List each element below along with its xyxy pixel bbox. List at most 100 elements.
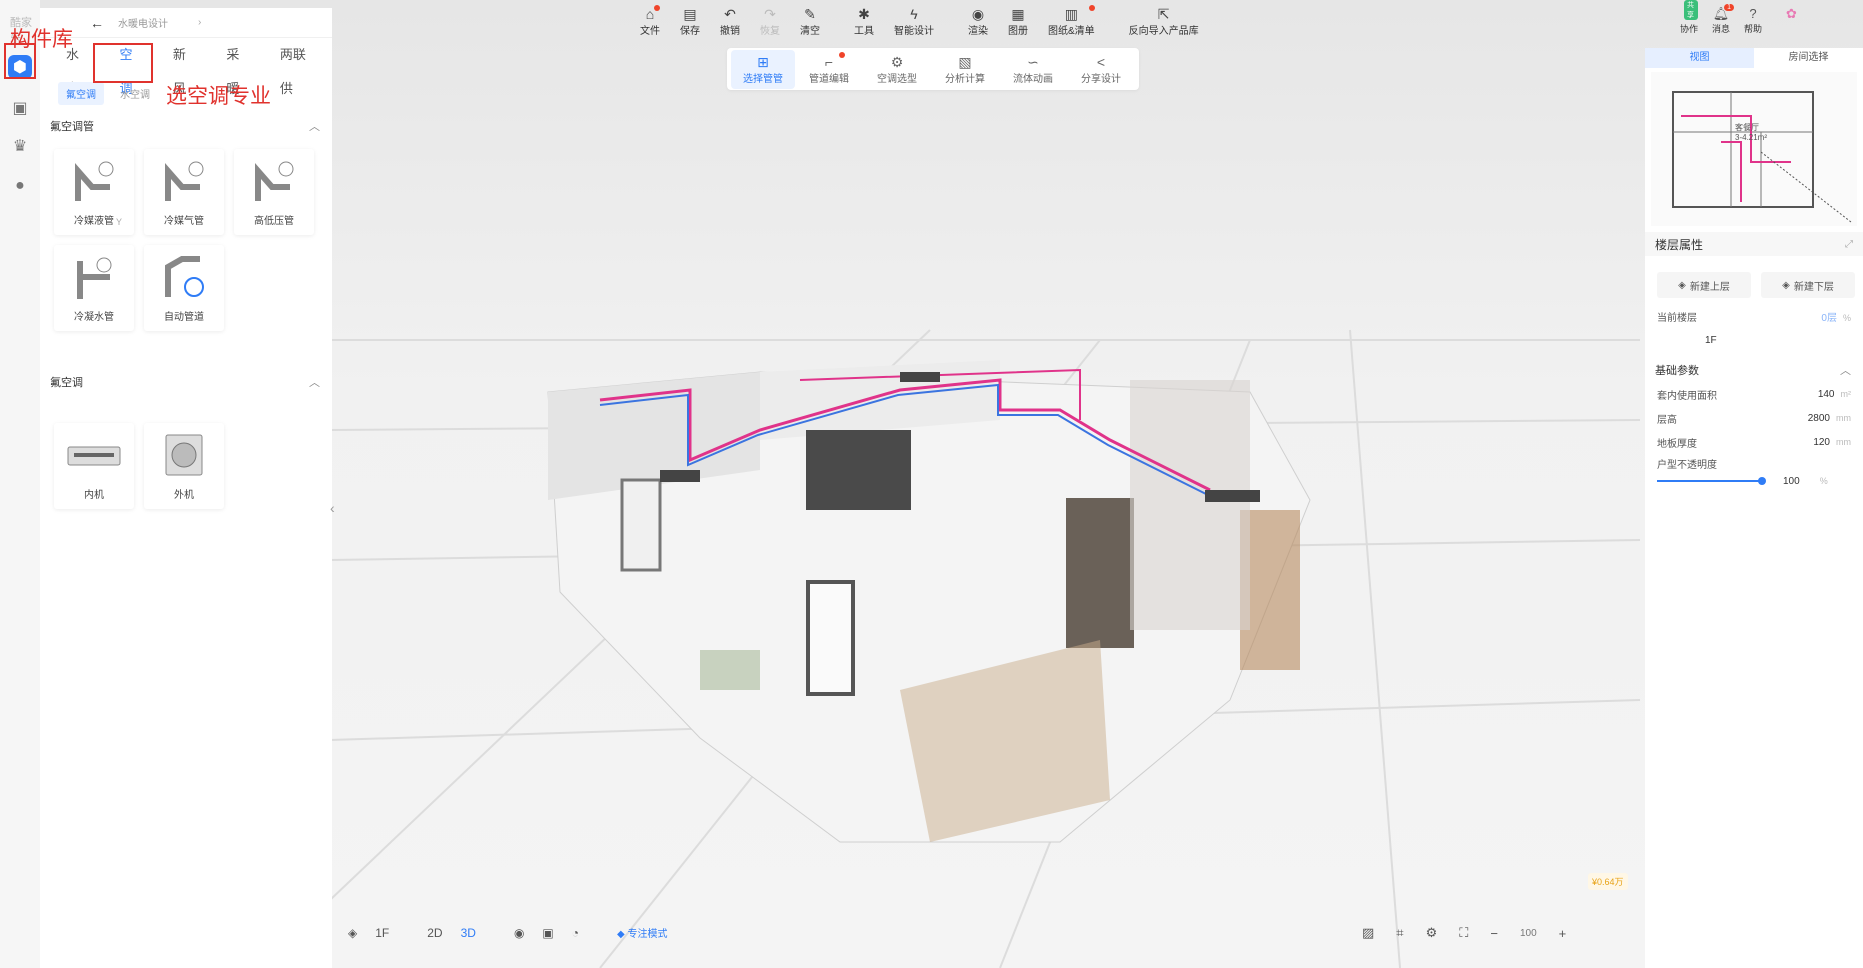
toolbar-smart-design[interactable]: ϟ 智能设计 [884,6,944,37]
toolbar-clear[interactable]: ✎ 清空 [790,6,830,38]
settings-icon[interactable]: ⚙ [1426,925,1438,941]
message-count-badge: 1 [1724,4,1735,11]
collapse-panel-icon[interactable]: ‹ [330,500,335,516]
chevron-up-icon[interactable]: ︿ [309,374,320,390]
add-lower-floor-button[interactable]: ◈ 新建下层 [1761,272,1855,298]
slider-handle[interactable] [1758,477,1766,485]
opacity-slider[interactable]: 100 % [1657,472,1851,490]
section-fluorine-ac[interactable]: 氟空调 ︿ [40,371,332,393]
row-unit: % [1842,312,1851,323]
collab-button[interactable]: 共享♟协作 [1680,0,1699,35]
outdoor-unit-icon [165,434,203,476]
card-refrigerant-liquid-pipe[interactable]: 冷媒液管 Y [54,149,134,235]
price-badge[interactable]: ¥0.64万 [1588,873,1628,890]
add-upper-floor-button[interactable]: ◈ 新建上层 [1657,272,1751,298]
notification-dot [654,5,660,11]
avatar[interactable]: ✿ [1786,6,1797,35]
zoom-in-button[interactable]: + [1559,926,1567,941]
subbar-pipe-edit[interactable]: ⌐ 管道编辑 [795,51,863,85]
floorplan-minimap[interactable]: 客餐厅 3-4.21m² [1651,72,1857,226]
cube-icon[interactable]: ▣ [542,926,553,940]
param-area[interactable]: 套内使用面积 140 m² [1645,382,1863,406]
toolbar-undo[interactable]: ↶ 撤销 [710,6,750,38]
condensate-pipe-icon [77,257,112,299]
card-label: 冷媒液管 [74,216,114,227]
toolbar-drawings[interactable]: ▥ 图纸&清单 [1038,5,1105,37]
dashboard-icon[interactable]: ◔ [572,926,579,940]
back-arrow-icon[interactable]: ← [90,15,104,31]
card-auto-pipe[interactable]: 自动管道 [144,245,224,331]
furniture-icon[interactable]: ▣ [8,96,32,120]
subbar-select-pipe[interactable]: ⊞ 选择管管 [731,49,795,89]
subbar-analysis[interactable]: ▧ 分析计算 [931,54,999,85]
toolbar-redo[interactable]: ↷ 恢复 [750,6,790,38]
subbar-label: 管道编辑 [809,73,849,85]
param-floor-height[interactable]: 层高 2800 mm [1645,406,1863,430]
slider-track[interactable] [1657,477,1766,485]
zoom-value[interactable]: 100 [1520,928,1537,939]
gas-pipe-icon [165,161,204,201]
basic-params-header[interactable]: 基础参数 ︿ [1645,352,1863,382]
toolbar-file[interactable]: ⌂ 文件 [630,5,670,37]
pressure-pipe-icon [255,161,294,201]
section-fluorine-pipes[interactable]: 氟空调管 ︿ [40,115,332,137]
toolbar-reverse-import[interactable]: ⇱ 反向导入产品库 [1119,6,1209,38]
toolbar-save[interactable]: ▤ 保存 [670,6,710,38]
house-model[interactable] [547,360,1311,843]
opacity-label-row: 户型不透明度 [1645,454,1863,472]
expand-icon[interactable]: ⤢ [1845,239,1853,250]
toolbar-label: 工具 [854,26,874,37]
chevron-up-icon[interactable]: ︿ [1840,362,1851,378]
chevron-right-icon[interactable]: › [198,17,201,28]
view-3d-button[interactable]: 3D [461,926,476,940]
card-condensate-pipe[interactable]: 冷凝水管 [54,245,134,331]
subtab-water-ac[interactable]: 水空调 [112,82,158,105]
tab-room-select[interactable]: 房间选择 [1754,48,1863,68]
auto-pipe-icon [165,256,204,297]
select-pipe-icon: ⊞ [757,53,769,70]
lightning-icon: ϟ [910,6,918,22]
tab-dual-supply[interactable]: 两联供 [266,38,332,96]
card-refrigerant-gas-pipe[interactable]: 冷媒气管 [144,149,224,235]
tab-heating[interactable]: 采暖 [212,38,265,96]
view-2d-button[interactable]: 2D [427,926,442,940]
measure-icon[interactable]: ⌗ [1396,925,1403,941]
subbar-ac-selection[interactable]: ⚙ 空调选型 [863,54,931,85]
row-label: 当前楼层 [1657,312,1697,324]
param-slab-thickness[interactable]: 地板厚度 120 mm [1645,430,1863,454]
card-label: 外机 [174,490,194,501]
bottom-left-controls: ◈ 1F 2D 3D ◉ ▣ ◔ ◆ 专注模式 [348,925,667,941]
toolbar-album[interactable]: ▦ 图册 [998,6,1038,38]
eye-icon[interactable]: ◉ [514,926,524,940]
user-icon[interactable]: ● [8,174,32,198]
subbar-share[interactable]: < 分享设计 [1067,54,1135,85]
crown-icon[interactable]: ♛ [8,134,32,158]
toolbar-tools[interactable]: ✱ 工具 [844,6,884,38]
card-label: 内机 [84,490,104,501]
floor-select[interactable]: 1F [375,926,389,940]
card-high-low-pressure-pipe[interactable]: 高低压管 [234,149,314,235]
fit-screen-icon[interactable]: ⛶ [1459,925,1468,941]
toolbar-label: 文件 [640,26,660,37]
toolbar-label: 清空 [800,26,820,37]
image-icon[interactable]: ▨ [1362,925,1374,941]
tab-view[interactable]: 视图 [1645,48,1754,68]
zoom-out-button[interactable]: − [1490,926,1498,941]
toolbar-label: 恢复 [760,26,780,37]
card-label: 高低压管 [254,216,294,227]
toolbar-render[interactable]: ◉ 渲染 [958,6,998,38]
tab-fresh-air[interactable]: 新风 [159,38,212,96]
subtab-fluorine-ac[interactable]: 氟空调 [58,82,104,105]
floor-layers-icon[interactable]: ◈ [348,926,357,940]
row-unit: m² [1840,388,1852,399]
card-indoor-unit[interactable]: 内机 [54,423,134,509]
subbar-flow-animation[interactable]: ∽ 流体动画 [999,54,1067,85]
annotation-select-ac: 选空调专业 [166,84,271,108]
share-icon: < [1096,53,1106,70]
card-outdoor-unit[interactable]: 外机 [144,423,224,509]
messages-button[interactable]: 1 🔔︎ 消息 [1712,4,1735,35]
chevron-up-icon[interactable]: ︿ [309,118,320,134]
focus-mode-button[interactable]: ◆ 专注模式 [617,925,667,940]
help-button[interactable]: ? 帮助 [1744,6,1762,35]
current-floor-select[interactable]: 1F [1645,328,1863,352]
